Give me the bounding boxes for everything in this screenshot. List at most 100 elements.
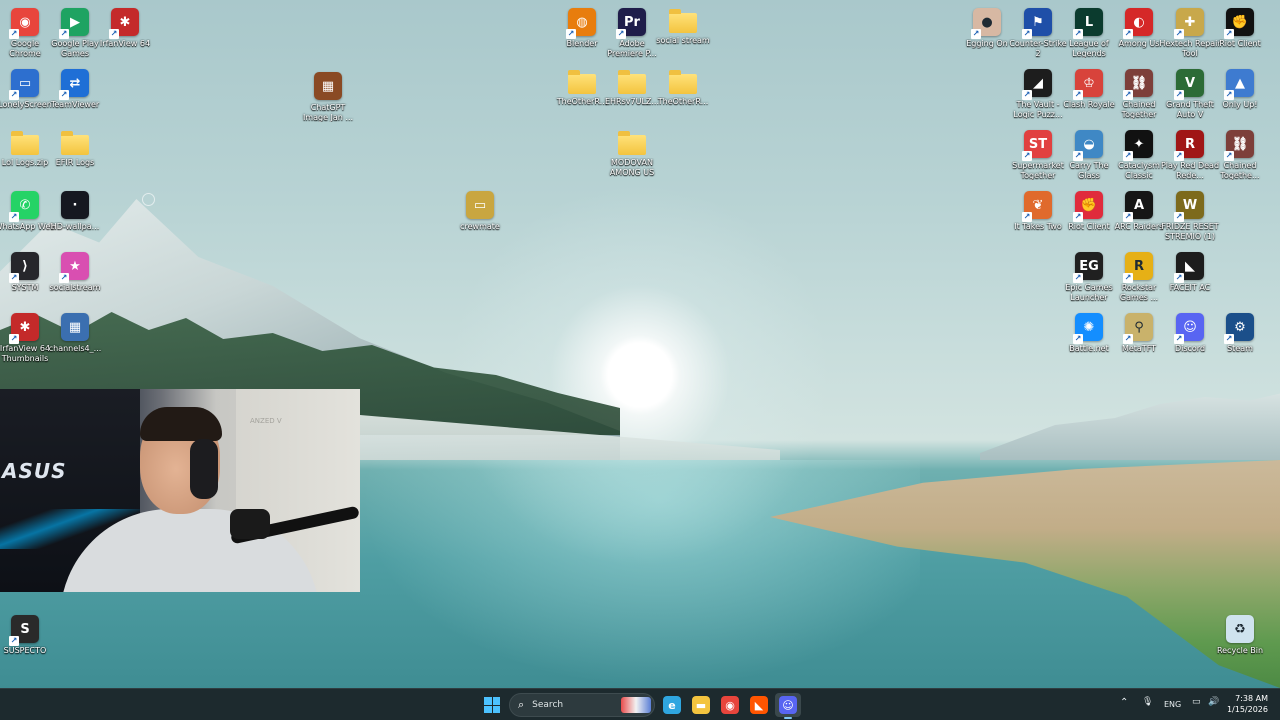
suspecto-icon: S	[9, 615, 39, 646]
desktop-icon-label: TeamViewer	[50, 100, 100, 109]
desktop-icon[interactable]: EFIR Logs	[47, 127, 103, 185]
desktop-icon[interactable]: RRockstar Games ...	[1111, 249, 1167, 307]
desktop-icon[interactable]: VGrand Theft Auto V	[1162, 66, 1218, 124]
desktop-icon[interactable]: SSUSPECTO	[0, 612, 53, 670]
desktop-icon[interactable]: ⚙Steam	[1212, 310, 1268, 368]
search-placeholder: Search	[532, 700, 564, 710]
chained-together-icon: ⛓	[1224, 130, 1254, 161]
webcam-asus-logo: ASUS	[2, 459, 67, 483]
riot-client-icon: ✊	[1224, 8, 1254, 39]
desktop-icon[interactable]: ⚲MetaTFT	[1111, 310, 1167, 368]
desktop-icon-label: SUSPECTO	[3, 646, 47, 655]
only-up-icon: ▲	[1224, 69, 1254, 100]
desktop-icon[interactable]: ☺Discord	[1162, 310, 1218, 368]
taskbar-clock[interactable]: 7:38 AM 1/15/2026	[1227, 693, 1268, 715]
desktop-icon[interactable]: ⛓Chained Togethe...	[1212, 127, 1268, 185]
volume-icon[interactable]: 🔊	[1208, 697, 1219, 707]
desktop-icon[interactable]: ⇄TeamViewer	[47, 66, 103, 124]
desktop-icon[interactable]: TheOtherR...	[655, 66, 711, 124]
taskbar-app-discord[interactable]: ☺	[775, 693, 801, 719]
search-highlight-icon	[621, 697, 651, 713]
desktop-icon[interactable]: ★socialstream	[47, 249, 103, 307]
it-takes-two-icon: ❦	[1022, 191, 1052, 222]
stremio-reset-icon: W	[1174, 191, 1204, 222]
desktop-icon[interactable]: ⟩SYSTM	[0, 249, 53, 307]
among-us-icon: ◐	[1123, 8, 1153, 39]
taskbar-search-box[interactable]: ⌕ Search	[509, 693, 655, 717]
image-file-icon: ▭	[466, 191, 494, 219]
desktop-icon[interactable]: ✚Hextech Repair Tool	[1159, 5, 1221, 63]
league-of-legends-icon: L	[1073, 8, 1103, 39]
desktop-icon[interactable]: ▦ channels4_...	[47, 310, 103, 368]
desktop-icon[interactable]: LLeague of Legends	[1061, 5, 1117, 63]
faceit-icon: ◣	[750, 696, 768, 714]
arc-raiders-icon: A	[1123, 191, 1153, 222]
desktop-icon[interactable]: Lol Logs.zip	[0, 127, 53, 185]
gta-v-icon: V	[1174, 69, 1204, 100]
desktop-icon[interactable]: PrAdobe Premiere P...	[604, 5, 660, 63]
tray-overflow-chevron-icon[interactable]: ⌃	[1120, 697, 1128, 708]
folder-icon	[618, 131, 646, 155]
language-indicator[interactable]: ENG	[1164, 700, 1181, 709]
riot-client-icon: ✊	[1073, 191, 1103, 222]
desktop-icon[interactable]: · HD-wallpa...	[47, 188, 103, 246]
desktop-icon[interactable]: ◣FACEIT AC	[1162, 249, 1218, 307]
webcam-overlay: ASUS ANZED V	[0, 389, 360, 592]
desktop-icon[interactable]: ▭ crewmate	[452, 188, 508, 246]
desktop-icon[interactable]: ▲Only Up!	[1212, 66, 1268, 124]
systm-icon: ⟩	[9, 252, 39, 283]
webcam-person-hair	[140, 407, 222, 441]
clock-time: 7:38 AM	[1235, 694, 1268, 703]
desktop-icon[interactable]: ❦It Takes Two	[1010, 188, 1066, 246]
image-file-icon: ▦	[61, 313, 89, 341]
desktop-icon[interactable]: WFRIDZE RESET STREMIO (1)	[1161, 188, 1219, 246]
taskbar-app-edge[interactable]: e	[659, 693, 685, 717]
desktop-icon[interactable]: ▦ ChatGPT Image Jan ...	[300, 69, 356, 127]
desktop-icon-label: TheOtherR...	[657, 97, 709, 106]
desktop-icon[interactable]: ✺Battle.net	[1061, 310, 1117, 368]
microphone-icon[interactable]: 🎙	[1142, 697, 1153, 707]
rockstar-icon: R	[1123, 252, 1153, 283]
discord-icon: ☺	[1174, 313, 1204, 344]
desktop-icon-label: Riot Client	[1219, 39, 1261, 48]
desktop-icon[interactable]: ◢The Vault - Logic Puzz...	[1010, 66, 1066, 124]
clock-date: 1/15/2026	[1226, 705, 1268, 714]
desktop-icon[interactable]: ✊Riot Client	[1061, 188, 1117, 246]
desktop-icon[interactable]: ✊Riot Client	[1212, 5, 1268, 63]
desktop-icon[interactable]: ♻ Recycle Bin	[1212, 612, 1268, 670]
folder-icon	[61, 131, 89, 155]
desktop-icon-label: FRIDZE RESET STREMIO (1)	[1161, 222, 1219, 241]
desktop-icon[interactable]: EHRsv7ULZ...	[604, 66, 660, 124]
lonelyscreen-icon: ▭	[9, 69, 39, 100]
chained-together-icon: ⛓	[1123, 69, 1153, 100]
discord-icon: ☺	[779, 696, 797, 714]
desktop-icon[interactable]: ✆WhatsApp Web	[0, 188, 55, 246]
egging-on-icon: ●	[971, 8, 1001, 39]
desktop-icon[interactable]: ▶Google Play Games	[47, 5, 103, 63]
desktop-icon[interactable]: ✱IrfanView 64	[97, 5, 153, 63]
chrome-icon: ◉	[721, 696, 739, 714]
start-button[interactable]	[479, 693, 505, 717]
windows-logo-icon	[484, 697, 500, 713]
play-games-icon: ▶	[59, 8, 89, 39]
taskbar-app-faceit[interactable]: ◣	[746, 693, 772, 717]
taskbar-app-file-explorer[interactable]: ▬	[688, 693, 714, 717]
image-file-icon: ▦	[314, 72, 342, 100]
desktop-icon-label: ChatGPT Image Jan ...	[302, 103, 354, 122]
blender-icon: ◍	[566, 8, 596, 39]
recycle-bin-icon: ♻	[1226, 615, 1254, 643]
network-icon[interactable]: ▭	[1192, 697, 1201, 707]
desktop-icon-label: MODOVAN AMONG US	[609, 158, 655, 177]
desktop-icon-label: Steam	[1227, 344, 1253, 353]
taskbar-app-chrome[interactable]: ◉	[717, 693, 743, 717]
desktop-icon[interactable]: social stream	[655, 5, 711, 63]
hextech-icon: ✚	[1174, 8, 1204, 39]
desktop-icon[interactable]: ▭LonelyScreen	[0, 66, 53, 124]
battlenet-icon: ✺	[1073, 313, 1103, 344]
desktop-icon[interactable]: MODOVAN AMONG US	[604, 127, 660, 185]
irfanview-icon: ✱	[109, 8, 139, 39]
desktop-icon[interactable]: ✱IrfanView 64 Thumbnails	[0, 310, 53, 368]
webcam-door-label: ANZED V	[250, 417, 282, 425]
the-vault-icon: ◢	[1022, 69, 1052, 100]
desktop-icon[interactable]: TheOtherR...	[554, 66, 610, 124]
